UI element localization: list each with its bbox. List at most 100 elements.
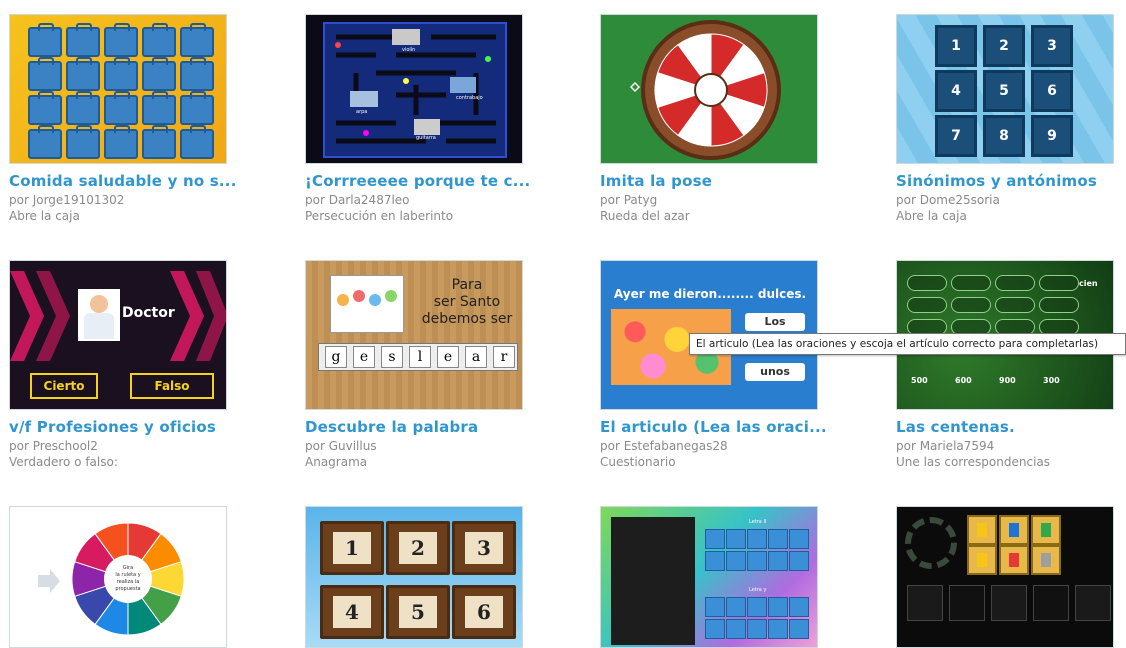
activity-thumbnail[interactable]: 1 2 3 4 5 6 7 8 9 bbox=[896, 14, 1114, 164]
bin-icon bbox=[967, 545, 997, 575]
letter-slot bbox=[747, 597, 767, 617]
letter-slot bbox=[747, 551, 767, 571]
activity-thumbnail[interactable] bbox=[896, 506, 1114, 648]
activity-title[interactable]: ¡Corrreeeee porque te c... bbox=[305, 172, 545, 190]
number-tile: 300 bbox=[1043, 376, 1060, 385]
number-box: 3 bbox=[1031, 25, 1073, 67]
activity-title[interactable]: Las centenas. bbox=[896, 418, 1126, 436]
spin-wheel-image bbox=[629, 20, 781, 160]
number-tile: 500 bbox=[911, 376, 928, 385]
activity-thumbnail[interactable]: Para ser Santo debemos ser g e s l e a r bbox=[305, 260, 523, 410]
arrow-right-icon bbox=[38, 569, 60, 593]
panel-number: 1 bbox=[333, 532, 371, 564]
activity-author: por Guvillus bbox=[305, 439, 377, 453]
letter-slot bbox=[768, 529, 788, 549]
number-panel: 6 bbox=[452, 585, 516, 639]
empty-slot bbox=[991, 585, 1027, 621]
activity-title[interactable]: Descubre la palabra bbox=[305, 418, 545, 436]
title-tooltip: El articulo (Lea las oraciones y escoja … bbox=[689, 333, 1126, 355]
kids-image bbox=[330, 275, 404, 333]
number-box: 6 bbox=[1031, 70, 1073, 112]
activity-thumbnail[interactable] bbox=[9, 14, 227, 164]
maze-label: arpa bbox=[356, 109, 367, 115]
panel-number: 4 bbox=[333, 596, 371, 628]
activity-thumbnail[interactable] bbox=[600, 14, 818, 164]
letter-slot bbox=[789, 551, 809, 571]
letter-tile: g bbox=[325, 346, 347, 368]
sentence: Ayer me dieron........ dulces. bbox=[613, 287, 807, 301]
activity-type: Une las correspondencias bbox=[896, 455, 1051, 469]
box-icon bbox=[142, 125, 176, 159]
maze-label: contrabajo bbox=[456, 95, 483, 101]
letter-slot bbox=[726, 619, 746, 639]
letter-slot bbox=[768, 597, 788, 617]
activity-thumbnail[interactable]: Letra II Letra y bbox=[600, 506, 818, 648]
letter-slot bbox=[705, 597, 725, 617]
box-icon bbox=[28, 23, 62, 57]
activity-author: por Jorge19101302 bbox=[9, 193, 125, 207]
doctor-image bbox=[78, 289, 120, 341]
box-icon bbox=[142, 57, 176, 91]
heading: Letra II bbox=[749, 519, 767, 525]
match-slot bbox=[907, 275, 947, 291]
activity-type: Abre la caja bbox=[896, 209, 967, 223]
letter-slot bbox=[789, 529, 809, 549]
match-slot bbox=[907, 297, 947, 313]
number-box: 4 bbox=[935, 70, 977, 112]
letter-slot bbox=[705, 529, 725, 549]
bin-icon bbox=[999, 545, 1029, 575]
wheel-text: propuesta bbox=[115, 586, 140, 592]
box-icon bbox=[180, 125, 214, 159]
box-icon bbox=[66, 125, 100, 159]
activity-title[interactable]: Imita la pose bbox=[600, 172, 840, 190]
picture-grid bbox=[611, 517, 695, 645]
activity-title[interactable]: Comida saludable y no s... bbox=[9, 172, 249, 190]
number-box: 8 bbox=[983, 115, 1025, 157]
wheel-text: la ruleta y bbox=[115, 572, 140, 578]
word-tile: cien bbox=[1079, 279, 1098, 288]
activity-type: Verdadero o falso: bbox=[9, 455, 118, 469]
activity-thumbnail[interactable]: violín arpa contrabajo guitarra bbox=[305, 14, 523, 164]
empty-slot bbox=[1033, 585, 1069, 621]
activity-type: Persecución en laberinto bbox=[305, 209, 454, 223]
empty-slot bbox=[1075, 585, 1111, 621]
wheel-text: Gira bbox=[123, 565, 133, 571]
gear-icon bbox=[905, 517, 957, 569]
wheel-text: realiza la bbox=[117, 579, 140, 585]
box-icon bbox=[142, 91, 176, 125]
empty-slot bbox=[907, 585, 943, 621]
word-label: Doctor bbox=[122, 305, 175, 321]
activity-type: Anagrama bbox=[305, 455, 368, 469]
box-icon bbox=[66, 91, 100, 125]
roulette-image: Gira la ruleta y realiza la propuesta bbox=[38, 522, 185, 636]
activity-thumbnail[interactable]: Doctor Cierto Falso bbox=[9, 260, 227, 410]
letter-slot bbox=[726, 529, 746, 549]
match-slot bbox=[995, 297, 1035, 313]
activity-thumbnail[interactable]: 1 2 3 4 5 6 bbox=[305, 506, 523, 648]
activity-title[interactable]: El articulo (Lea las oraci... bbox=[600, 418, 840, 436]
activity-title[interactable]: Sinónimos y antónimos bbox=[896, 172, 1126, 190]
bin-icon bbox=[999, 515, 1029, 545]
letter-slot bbox=[705, 551, 725, 571]
number-tile: 600 bbox=[955, 376, 972, 385]
box-icon bbox=[180, 23, 214, 57]
box-icon bbox=[66, 57, 100, 91]
activity-title[interactable]: v/f Profesiones y oficios bbox=[9, 418, 249, 436]
phrase-line: ser Santo bbox=[433, 294, 501, 310]
activity-author: por Patyg bbox=[600, 193, 658, 207]
panel-number: 3 bbox=[465, 532, 503, 564]
box-icon bbox=[180, 57, 214, 91]
panel-number: 2 bbox=[399, 532, 437, 564]
match-slot bbox=[1039, 297, 1079, 313]
box-icon bbox=[180, 91, 214, 125]
activity-author: por Darla2487leo bbox=[305, 193, 410, 207]
activity-author: por Preschool2 bbox=[9, 439, 98, 453]
letter-tile: r bbox=[493, 346, 515, 368]
activity-thumbnail[interactable]: Gira la ruleta y realiza la propuesta bbox=[9, 506, 227, 648]
number-tile: 900 bbox=[999, 376, 1016, 385]
activity-type: Rueda del azar bbox=[600, 209, 690, 223]
phrase: Para ser Santo debemos ser bbox=[414, 277, 520, 328]
bin-icon bbox=[1031, 515, 1061, 545]
match-slot bbox=[1039, 275, 1079, 291]
number-box: 1 bbox=[935, 25, 977, 67]
